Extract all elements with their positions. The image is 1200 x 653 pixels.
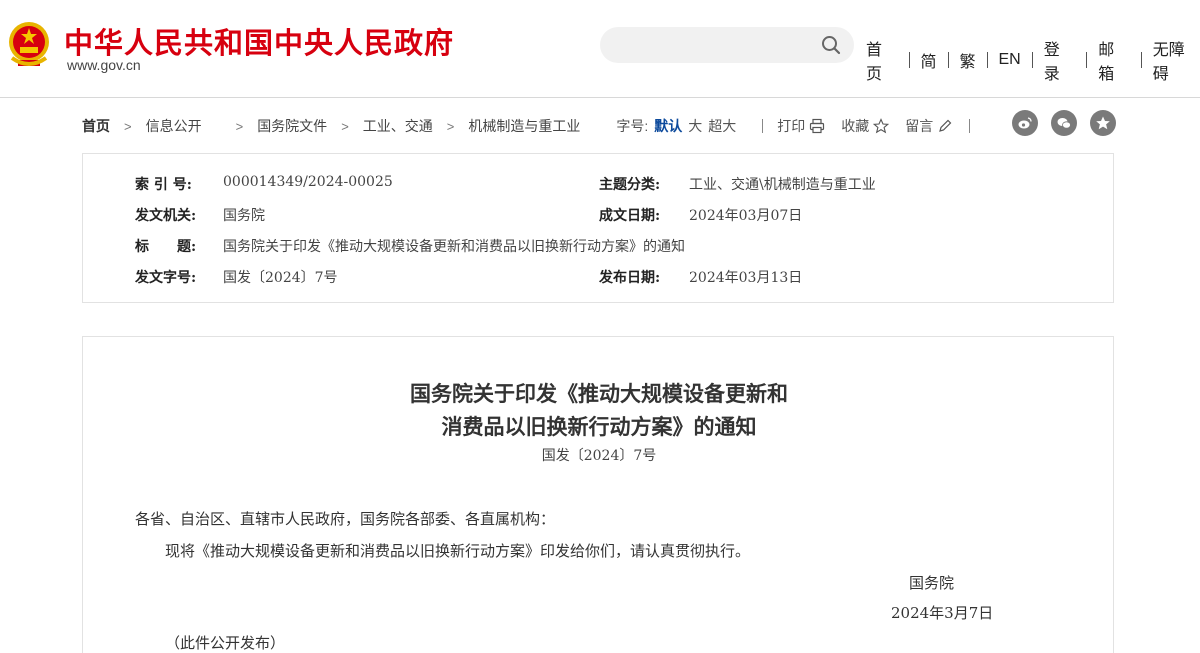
chevron-right-icon: >: [124, 118, 132, 134]
meta-publish-label: 发布日期:: [599, 270, 661, 286]
nav-accessibility[interactable]: 无障碍: [1153, 36, 1200, 84]
meta-docno-label: 发文字号:: [135, 270, 197, 286]
share-buttons: [1012, 110, 1116, 136]
favorite-button[interactable]: 收藏: [841, 116, 890, 136]
meta-docno-value: 国发〔2024〕7号: [223, 270, 338, 286]
chevron-right-icon: >: [341, 118, 349, 134]
breadcrumb-home[interactable]: 首页: [82, 116, 110, 136]
meta-category-label: 主题分类:: [599, 177, 661, 193]
search-icon[interactable]: [820, 34, 842, 56]
divider: [1031, 52, 1033, 68]
meta-title-row: 标 题: 国务院关于印发《推动大规模设备更新和消费品以旧换新行动方案》的通知: [135, 236, 685, 256]
font-size-large[interactable]: 大: [688, 116, 702, 136]
site-url[interactable]: www.gov.cn: [67, 57, 141, 73]
divider: [1086, 52, 1088, 68]
meta-category-row: 主题分类: 工业、交通\机械制造与重工业: [599, 174, 876, 194]
divider: [969, 119, 971, 133]
publish-note: （此件公开发布）: [165, 634, 286, 652]
search-box: [600, 27, 854, 63]
document-content: 国务院关于印发《推动大规模设备更新和 消费品以旧换新行动方案》的通知 国发〔20…: [82, 336, 1114, 653]
weibo-icon[interactable]: [1012, 110, 1038, 136]
meta-index-label: 索 引 号:: [135, 177, 192, 193]
document-meta-table: 索 引 号: 000014349/2024-00025 主题分类: 工业、交通\…: [82, 153, 1114, 303]
national-emblem-icon[interactable]: [6, 20, 52, 72]
meta-index-row: 索 引 号: 000014349/2024-00025: [135, 174, 393, 194]
sign-date: 2024年3月7日: [891, 604, 994, 622]
nav-traditional[interactable]: 繁: [960, 48, 976, 72]
meta-docno-row: 发文字号: 国发〔2024〕7号: [135, 267, 338, 287]
nav-english[interactable]: EN: [999, 51, 1021, 69]
nav-mailbox[interactable]: 邮箱: [1098, 36, 1130, 84]
divider: [908, 52, 910, 68]
meta-title-label: 标 题:: [135, 239, 197, 255]
meta-publish-row: 发布日期: 2024年03月13日: [599, 267, 802, 287]
breadcrumb-info-public[interactable]: 信息公开: [146, 116, 202, 136]
font-size-label: 字号:: [616, 118, 649, 134]
printer-icon: [810, 118, 825, 134]
meta-date-label: 成文日期:: [599, 208, 661, 224]
breadcrumb: 首页 > 信息公开 > 国务院文件 > 工业、交通 > 机械制造与重工业 字号:…: [82, 110, 1116, 140]
body-paragraph: 现将《推动大规模设备更新和消费品以旧换新行动方案》印发给你们，请认真贯彻执行。: [165, 542, 751, 560]
nav-home[interactable]: 首页: [866, 36, 898, 84]
chevron-right-icon: >: [235, 118, 244, 134]
divider: [947, 52, 949, 68]
document-title-line-1: 国务院关于印发《推动大规模设备更新和: [410, 381, 788, 406]
print-label: 打印: [777, 118, 806, 134]
star-icon: [873, 118, 890, 134]
breadcrumb-industry-transport[interactable]: 工业、交通: [363, 116, 433, 136]
top-nav: 首页 简 繁 EN 登录 邮箱 无障碍: [866, 36, 1200, 84]
meta-issuer-row: 发文机关: 国务院: [135, 205, 265, 225]
font-size-xlarge[interactable]: 超大: [708, 116, 736, 136]
signer: 国务院: [909, 574, 955, 592]
divider: [986, 52, 988, 68]
meta-date-row: 成文日期: 2024年03月07日: [599, 205, 802, 225]
meta-date-value: 2024年03月07日: [689, 208, 803, 224]
font-size-default[interactable]: 默认: [654, 116, 682, 136]
meta-title-value: 国务院关于印发《推动大规模设备更新和消费品以旧换新行动方案》的通知: [223, 239, 685, 255]
pencil-icon: [939, 119, 952, 132]
site-title[interactable]: 中华人民共和国中央人民政府: [64, 20, 454, 62]
search-input[interactable]: [616, 35, 806, 55]
document-number: 国发〔2024〕7号: [541, 448, 657, 464]
comment-label: 留言: [905, 118, 934, 134]
meta-category-value: 工业、交通\机械制造与重工业: [689, 177, 876, 193]
meta-index-value: 000014349/2024-00025: [223, 174, 393, 190]
print-button[interactable]: 打印: [777, 116, 825, 136]
favorite-label: 收藏: [841, 118, 870, 134]
site-header: 中华人民共和国中央人民政府 www.gov.cn 首页 简 繁 EN 登录 邮箱…: [0, 0, 1200, 98]
meta-publish-value: 2024年03月13日: [689, 270, 803, 286]
breadcrumb-machinery[interactable]: 机械制造与重工业: [468, 116, 580, 136]
qzone-icon[interactable]: [1090, 110, 1116, 136]
comment-button[interactable]: 留言: [905, 116, 953, 136]
divider: [1140, 52, 1142, 68]
divider: [762, 119, 764, 133]
wechat-icon[interactable]: [1051, 110, 1077, 136]
nav-simplified[interactable]: 简: [921, 48, 937, 72]
nav-login[interactable]: 登录: [1044, 36, 1076, 84]
document-title-line-2: 消费品以旧换新行动方案》的通知: [441, 414, 757, 439]
font-size-switcher: 字号: 默认 大 超大: [616, 116, 736, 136]
chevron-right-icon: >: [446, 118, 455, 134]
breadcrumb-state-council-docs[interactable]: 国务院文件: [257, 116, 327, 136]
salutation: 各省、自治区、直辖市人民政府，国务院各部委、各直属机构：: [135, 510, 556, 528]
meta-issuer-label: 发文机关:: [135, 208, 197, 224]
meta-issuer-value: 国务院: [223, 208, 265, 224]
